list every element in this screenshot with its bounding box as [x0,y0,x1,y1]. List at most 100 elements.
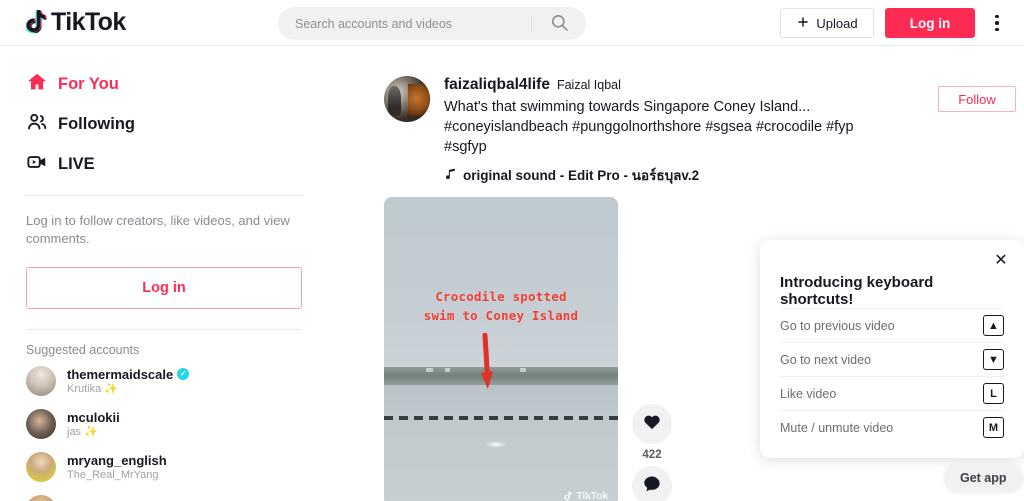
video-caption-overlay: Crocodile spotted swim to Coney Island [384,287,618,325]
tiktok-web-app: TikTok Upload Lo [0,0,1024,501]
account-username: mryang_english [67,453,167,468]
sidebar-login-button[interactable]: Log in [26,267,302,309]
list-item[interactable]: nelsl3763 [26,491,356,501]
post-description: What's that swimming towards Singapore C… [444,97,896,157]
kebab-dot [995,27,999,32]
get-app-button[interactable]: Get app [944,463,1023,492]
author-nickname: Faizal Iqbal [556,78,621,92]
account-username: mculokii [67,410,120,425]
sidebar-label-live: LIVE [58,154,95,173]
search-icon [550,13,569,35]
avatar [26,452,56,482]
shortcut-row-next-video: Go to next video ▼ [780,342,1004,376]
heart-icon [642,412,662,437]
post-hashtags[interactable]: #coneyislandbeach #punggolnorthshore #sg… [444,119,854,155]
tiktok-wordmark: TikTok [51,8,126,36]
search-bar[interactable] [278,7,586,40]
video-player[interactable]: Crocodile spotted swim to Coney Island T… [384,197,618,501]
sidebar-item-for-you[interactable]: For You [26,66,356,102]
shortcut-label: Go to previous video [780,318,895,333]
account-text: themermaidscale ✓ Krutika ✨ [67,366,190,396]
sidebar-item-live[interactable]: LIVE [26,146,356,182]
shortcut-row-mute-video: Mute / unmute video M [780,410,1004,444]
music-link[interactable]: original sound - Edit Pro - นอร์ธบุลv.2 [444,164,914,186]
avatar [26,366,56,396]
video-watermark: TikTok [564,490,608,501]
video-arrow-annotation [478,332,494,393]
video-watermark-text: TikTok [576,490,608,501]
shortcut-row-previous-video: Go to previous video ▲ [780,308,1004,342]
header-actions: Upload Log in [780,0,1008,46]
home-icon [26,71,48,98]
shortcut-label: Go to next video [780,352,872,367]
video-buoy-line [384,416,618,421]
author-line: faizaliqbal4life Faizal Iqbal [444,76,914,94]
author-username[interactable]: faizaliqbal4life [444,76,550,94]
like-button[interactable] [632,404,672,444]
music-label: original sound - Edit Pro - นอร์ธบุลv.2 [463,168,700,183]
video-sky [384,197,618,371]
account-username: themermaidscale ✓ [67,366,190,382]
sidebar-label-for-you: For You [58,74,119,93]
sidebar-item-following[interactable]: Following [26,106,356,142]
upload-button[interactable]: Upload [780,8,874,38]
tiktok-logo[interactable]: TikTok [25,8,126,37]
left-sidebar: For You Following LIVE Log in to follow … [0,46,356,501]
keyboard-shortcuts-popup: ✕ Introducing keyboard shortcuts! Go to … [760,240,1024,458]
account-nickname: Krutika ✨ [67,382,118,395]
sidebar-label-following: Following [58,114,135,133]
tiktok-note-icon [25,9,48,36]
shortcut-label: Like video [780,386,837,401]
account-username-text: mculokii [67,409,120,425]
video-shoreline [384,366,618,388]
avatar [26,409,56,439]
header-login-button[interactable]: Log in [885,8,975,38]
sidebar-divider [26,195,302,196]
verified-badge-icon: ✓ [177,368,190,380]
list-item[interactable]: themermaidscale ✓ Krutika ✨ [26,362,356,400]
close-icon[interactable]: ✕ [992,251,1010,269]
video-splash [484,441,507,449]
post-description-text: What's that swimming towards Singapore C… [444,99,811,115]
shortcut-key-arrow-up[interactable]: ▲ [983,315,1004,336]
video-building [426,368,434,373]
video-action-bar: 422 [632,404,672,501]
shortcut-key-l[interactable]: L [983,383,1004,404]
list-item[interactable]: mryang_english The_Real_MrYang [26,448,356,486]
post-content: faizaliqbal4life Faizal Iqbal What's tha… [444,76,914,186]
music-note-icon [444,167,457,183]
upload-label: Upload [816,15,858,31]
top-header: TikTok Upload Lo [0,0,1024,46]
account-text: mryang_english The_Real_MrYang [67,453,167,482]
video-caption-line-1: Crocodile spotted [435,288,567,304]
list-item[interactable]: mculokii jas ✨ [26,405,356,443]
author-avatar[interactable] [384,76,430,122]
kebab-dot [995,21,999,25]
comment-icon [642,474,662,499]
account-text: mculokii jas ✨ [67,410,120,439]
search-button[interactable] [532,7,586,40]
shortcut-key-m[interactable]: M [983,417,1004,438]
account-username-text: mryang_english [67,452,167,468]
login-prompt-text: Log in to follow creators, like videos, … [26,213,290,246]
live-video-icon [26,151,48,178]
account-username-text: themermaidscale [67,366,174,382]
shortcut-label: Mute / unmute video [780,420,894,435]
post-header: faizaliqbal4life Faizal Iqbal What's tha… [384,76,1016,186]
shortcuts-title: Introducing keyboard shortcuts! [780,274,934,308]
shortcut-row-like-video: Like video L [780,376,1004,410]
plus-icon [796,15,810,32]
sidebar-divider-2 [26,329,302,330]
shortcut-key-arrow-down[interactable]: ▼ [983,349,1004,370]
people-icon [26,111,48,138]
search-input[interactable] [278,16,531,31]
follow-button[interactable]: Follow [938,86,1016,112]
video-building [519,368,526,373]
video-caption-line-2: swim to Coney Island [423,307,579,323]
like-count: 422 [642,449,662,461]
comment-button[interactable] [632,466,672,501]
video-building [444,368,450,373]
kebab-dot [995,14,999,19]
account-nickname: The_Real_MrYang [67,468,159,481]
kebab-menu-icon[interactable] [986,8,1008,38]
